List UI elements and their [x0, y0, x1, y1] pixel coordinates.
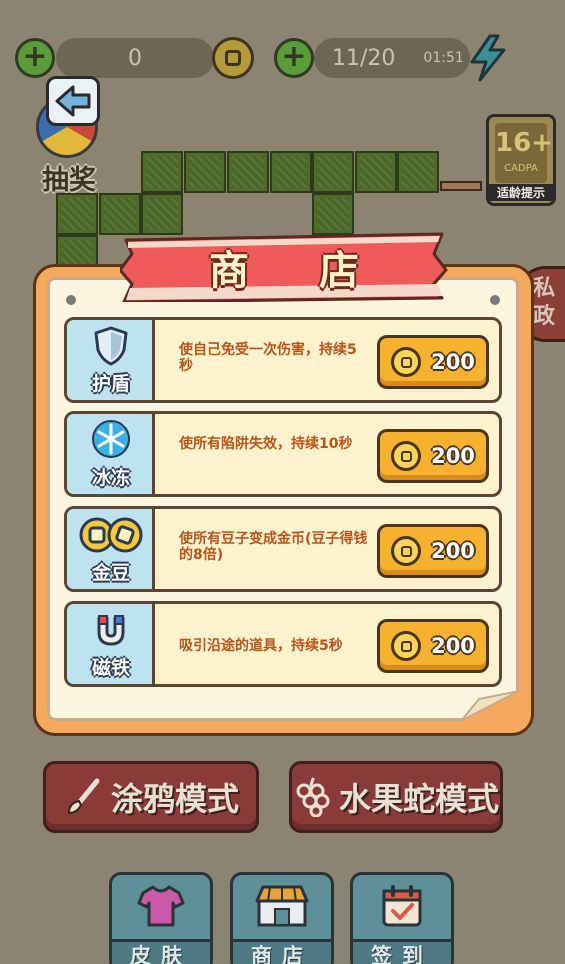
graffiti-mode-button[interactable]: 涂鸦模式	[43, 761, 259, 833]
pin-icon	[66, 295, 76, 305]
item-description: 使自己免受一次伤害，持续5秒	[179, 342, 357, 374]
pin-icon	[490, 295, 500, 305]
fruit-snake-mode-button[interactable]: 水果蛇模式	[289, 761, 503, 833]
buy-magnet-button[interactable]: 200	[377, 619, 489, 673]
buy-freeze-button[interactable]: 200	[377, 429, 489, 483]
coins-icon	[79, 517, 143, 553]
plus-icon: +	[281, 38, 307, 74]
score-value: 0	[128, 45, 142, 71]
shop-title: 商 店	[120, 240, 448, 294]
back-button[interactable]	[46, 76, 100, 126]
coin-icon	[391, 631, 422, 661]
item-price: 200	[431, 350, 475, 374]
add-score-button[interactable]: +	[15, 38, 55, 78]
item-price: 200	[431, 539, 475, 563]
buy-shield-button[interactable]: 200	[377, 335, 489, 389]
nav-shop[interactable]: 商店	[230, 872, 334, 964]
lightning-icon	[470, 34, 506, 82]
item-icon-cell: 冰冻	[67, 414, 155, 494]
magnet-icon	[97, 615, 125, 646]
item-icon-cell: 护盾	[67, 320, 155, 400]
age-rating-value: 16+	[495, 128, 553, 158]
age-rating-org: CADPA	[504, 163, 538, 174]
progress-display: 11/20 01:51	[314, 38, 470, 78]
item-name: 冰冻	[91, 467, 130, 489]
coin-icon	[391, 536, 422, 566]
timer-value: 01:51	[423, 50, 464, 66]
page-curl-icon	[461, 691, 519, 721]
item-icon-cell: 磁铁	[67, 604, 155, 684]
brush-icon	[67, 778, 100, 815]
store-icon	[255, 885, 309, 927]
buy-gold-bean-button[interactable]: 200	[377, 524, 489, 578]
item-description: 使所有豆子变成金币(豆子得钱的8倍)	[179, 531, 368, 563]
item-description: 吸引沿途的道具，持续5秒	[179, 638, 343, 654]
score-display: 0	[56, 38, 214, 78]
age-rating-hint: 适龄提示	[489, 184, 553, 201]
item-name: 护盾	[91, 373, 130, 395]
nav-shop-label: 商店	[233, 939, 331, 964]
coin-icon	[391, 441, 422, 471]
lottery-label[interactable]: 抽奖	[33, 158, 105, 197]
nav-checkin[interactable]: 签到	[350, 872, 454, 964]
item-name: 金豆	[91, 562, 130, 584]
graffiti-mode-label: 涂鸦模式	[110, 780, 239, 818]
nav-skin-label: 皮肤	[112, 939, 210, 964]
item-price: 200	[431, 634, 475, 658]
grapes-icon	[296, 777, 330, 817]
shirt-icon	[137, 885, 185, 927]
item-price: 200	[431, 444, 475, 468]
shop-item-shield: 护盾 使自己免受一次伤害，持续5秒 200	[64, 317, 502, 403]
nav-skin[interactable]: 皮肤	[109, 872, 213, 964]
coin-icon[interactable]	[212, 37, 254, 79]
coin-icon	[391, 347, 422, 377]
back-arrow-icon	[55, 85, 91, 117]
calendar-check-icon	[382, 885, 422, 927]
shop-item-freeze: 冰冻 使所有陷阱失效，持续10秒 200	[64, 411, 502, 497]
plus-icon: +	[22, 38, 48, 74]
age-rating-badge[interactable]: 16+ CADPA 适龄提示	[486, 114, 556, 206]
snowflake-icon	[92, 420, 130, 458]
item-name: 磁铁	[91, 657, 130, 679]
shop-title-char-2: 店	[319, 248, 359, 294]
shop-item-gold-bean: 金豆 使所有豆子变成金币(豆子得钱的8倍) 200	[64, 506, 502, 592]
progress-value: 11/20	[332, 45, 396, 71]
add-progress-button[interactable]: +	[274, 38, 314, 78]
shield-icon	[94, 326, 128, 366]
fruit-snake-mode-label: 水果蛇模式	[338, 780, 499, 818]
shop-item-magnet: 磁铁 吸引沿途的道具，持续5秒 200	[64, 601, 502, 687]
nav-checkin-label: 签到	[353, 939, 451, 964]
shop-title-char-1: 商	[209, 248, 249, 294]
item-icon-cell: 金豆	[67, 509, 155, 589]
item-description: 使所有陷阱失效，持续10秒	[179, 436, 353, 452]
